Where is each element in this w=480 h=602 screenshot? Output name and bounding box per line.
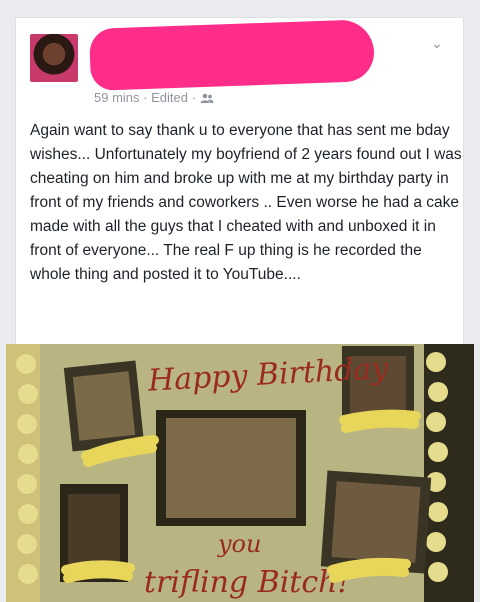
cake-photo-center (156, 410, 306, 526)
post-meta: 59 mins · Edited · (94, 90, 214, 105)
cake-you: you (217, 530, 261, 558)
friends-icon[interactable] (200, 91, 214, 103)
cake-trifling: trifling Bitch! (144, 565, 350, 600)
post-timestamp[interactable]: 59 mins (94, 90, 140, 105)
cake-photo[interactable]: Happy Birthday you trifling Bitch! (6, 344, 474, 602)
facebook-post: ⌄ 59 mins · Edited · Again want to say t… (16, 18, 463, 350)
post-text: Again want to say thank u to everyone th… (30, 122, 462, 283)
chevron-down-icon[interactable]: ⌄ (431, 36, 445, 50)
edited-label[interactable]: Edited (151, 90, 188, 105)
avatar[interactable] (30, 34, 78, 82)
name-redaction (89, 19, 375, 91)
cake-photo-top-left (63, 360, 145, 452)
